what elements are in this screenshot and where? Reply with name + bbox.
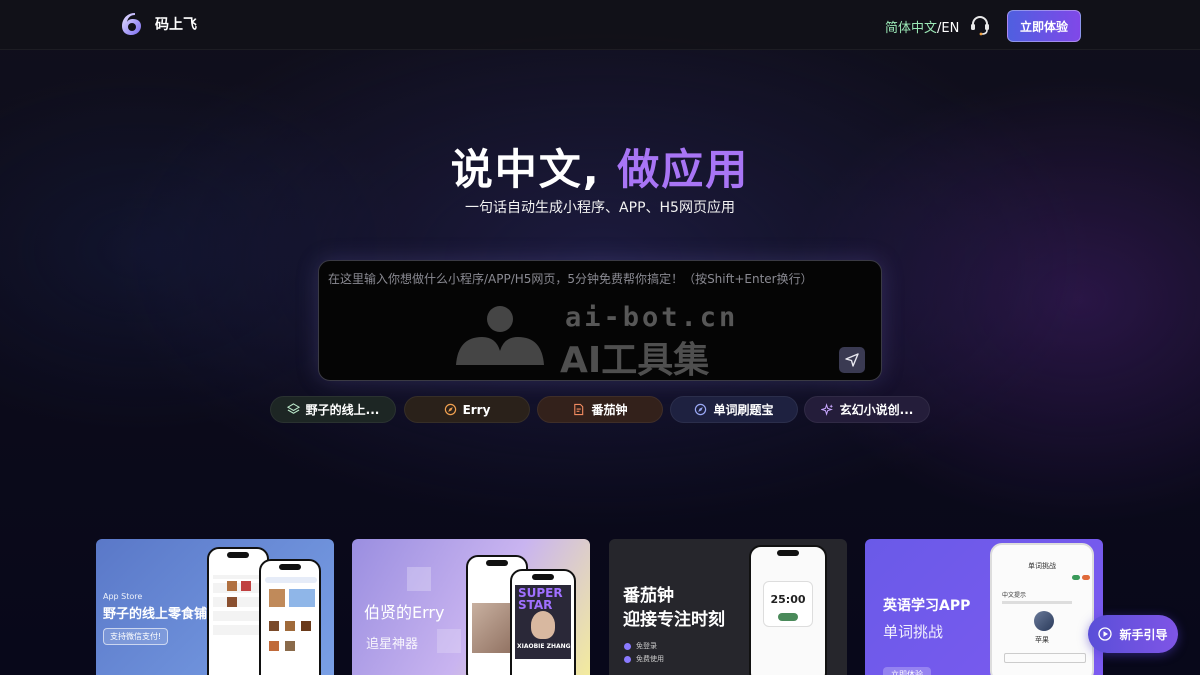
showcase-card-pomodoro[interactable]: 番茄钟 迎接专注时刻 免登录 免费使用 25:00 bbox=[609, 539, 847, 675]
screen-word: 苹果 bbox=[1035, 636, 1049, 644]
showcase-card-snack-shop[interactable]: App Store 野子的线上零食铺 支持微信支付! bbox=[96, 539, 334, 675]
card-subtitle: 追星神器 bbox=[366, 637, 419, 652]
phone-mockup bbox=[259, 559, 321, 675]
hero-subtitle: 一句话自动生成小程序、APP、H5网页应用 bbox=[465, 200, 735, 216]
screen-header: 单词挑战 bbox=[1028, 562, 1056, 570]
send-button[interactable] bbox=[839, 347, 865, 373]
card-badge: 支持微信支付! bbox=[103, 628, 169, 645]
logo-text: 码上飞 bbox=[155, 17, 197, 33]
card-title-line2: 迎接专注时刻 bbox=[623, 610, 725, 630]
card-title: 英语学习APP bbox=[883, 598, 971, 614]
card-tag: App Store bbox=[103, 592, 143, 601]
watermark-logo-icon bbox=[456, 306, 544, 365]
send-icon bbox=[845, 353, 859, 367]
chip-label: Erry bbox=[462, 402, 491, 417]
watermark-domain: ai-bot.cn bbox=[565, 302, 739, 333]
layers-icon bbox=[286, 403, 300, 414]
language-switcher[interactable]: 简体中文/EN bbox=[885, 17, 959, 36]
sparkle-icon bbox=[820, 403, 833, 416]
phone-mockup: SUPER STAR XIAOBIE ZHANG bbox=[510, 569, 576, 675]
timer-display: 25:00 bbox=[770, 593, 806, 606]
guide-label: 新手引导 bbox=[1119, 627, 1168, 642]
try-now-button[interactable]: 立即体验 bbox=[1007, 10, 1081, 42]
feature-item: 免费使用 bbox=[624, 654, 664, 664]
poster-line2: STAR bbox=[518, 598, 553, 612]
poster-image: SUPER STAR XIAOBIE ZHANG bbox=[515, 585, 571, 659]
chip-vocab[interactable]: 单词刷题宝 bbox=[670, 396, 798, 423]
check-icon bbox=[624, 655, 631, 663]
lang-en[interactable]: EN bbox=[941, 21, 959, 36]
card-subtitle: 单词挑战 bbox=[883, 623, 944, 641]
compass-icon bbox=[695, 403, 707, 416]
feature-label: 免登录 bbox=[636, 642, 657, 650]
top-nav-bar: 码上飞 简体中文/EN 立即体验 bbox=[0, 0, 1200, 50]
check-icon bbox=[624, 642, 631, 650]
play-icon bbox=[1098, 627, 1113, 641]
compass-icon bbox=[444, 403, 456, 416]
chip-label: 野子的线上... bbox=[305, 403, 380, 417]
phone-mockup: 单词挑战 中文提示 苹果 bbox=[990, 543, 1094, 675]
hero-title: 说中文, 做应用 bbox=[0, 136, 1200, 197]
chip-erry[interactable]: Erry bbox=[404, 396, 530, 423]
logo[interactable]: 码上飞 bbox=[118, 10, 197, 38]
watermark-title: AI工具集 bbox=[560, 340, 710, 381]
hero-title-main: 说中文, bbox=[450, 145, 601, 194]
phone-mockup: 25:00 bbox=[749, 545, 827, 675]
chip-label: 玄幻小说创... bbox=[839, 403, 914, 417]
card-title: 野子的线上零食铺 bbox=[103, 607, 208, 622]
chip-pomodoro[interactable]: 番茄钟 bbox=[537, 396, 663, 423]
card-title-line1: 番茄钟 bbox=[623, 586, 674, 606]
chip-label: 单词刷题宝 bbox=[713, 403, 774, 417]
showcase-card-english[interactable]: 英语学习APP 单词挑战 立即体验 单词挑战 中文提示 苹果 bbox=[865, 539, 1103, 675]
beginner-guide-button[interactable]: 新手引导 bbox=[1088, 615, 1178, 653]
card-title: 伯贤的Erry bbox=[364, 603, 445, 622]
document-icon bbox=[574, 403, 584, 416]
chip-snack-shop[interactable]: 野子的线上... bbox=[270, 396, 396, 423]
screen-label: 中文提示 bbox=[1002, 592, 1027, 599]
feature-label: 免费使用 bbox=[636, 655, 664, 663]
lang-zh[interactable]: 简体中文 bbox=[885, 21, 937, 36]
chip-fantasy-novel[interactable]: 玄幻小说创... bbox=[804, 396, 930, 423]
feature-item: 免登录 bbox=[624, 641, 657, 651]
logo-icon bbox=[122, 13, 141, 35]
poster-name: XIAOBIE ZHANG bbox=[517, 643, 571, 650]
hero-title-accent: 做应用 bbox=[617, 145, 750, 194]
showcase-card-erry[interactable]: 伯贤的Erry 追星神器 SUPER STAR XIAOBIE ZHANG bbox=[352, 539, 590, 675]
headset-icon[interactable] bbox=[968, 13, 992, 37]
chip-label: 番茄钟 bbox=[591, 403, 628, 417]
card-cta[interactable]: 立即体验 bbox=[883, 667, 931, 675]
